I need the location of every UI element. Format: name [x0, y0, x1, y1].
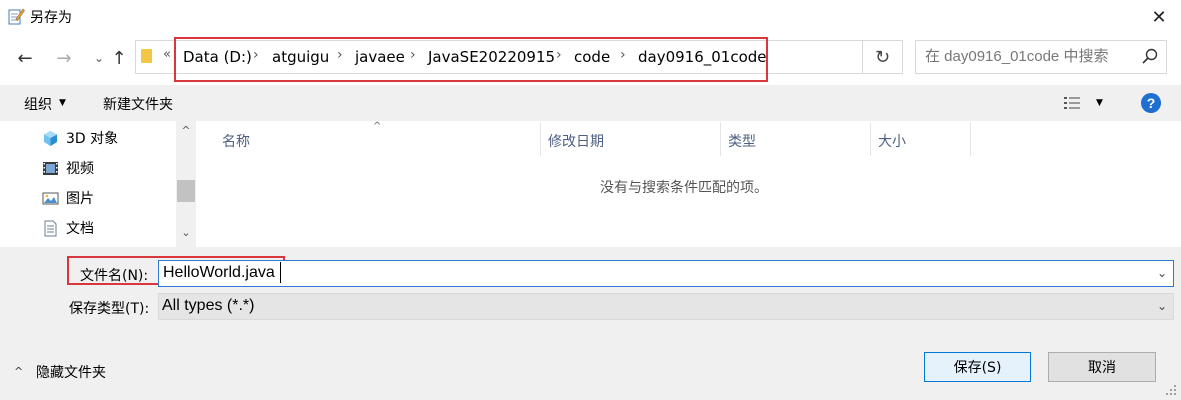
3d-objects-icon [44, 130, 57, 146]
hide-folders-button[interactable]: 隐藏文件夹 [36, 362, 106, 382]
sidebar-item-label: 3D 对象 [66, 131, 119, 147]
search-icon[interactable] [1141, 47, 1159, 65]
text-caret [280, 262, 281, 283]
scroll-down-button[interactable]: ⌄ [176, 226, 196, 244]
new-folder-button[interactable]: 新建文件夹 [103, 94, 173, 114]
filetype-value: All types (*.*) [162, 297, 255, 314]
scrollbar-thumb[interactable] [177, 180, 195, 202]
sidebar-item-label: 视频 [66, 161, 94, 177]
up-button[interactable]: ↑ [106, 45, 132, 71]
search-input[interactable] [925, 48, 1135, 65]
view-options-icon[interactable] [1063, 95, 1081, 111]
column-header-name[interactable]: 名称 [222, 131, 250, 151]
scroll-up-button[interactable]: ^ [176, 124, 196, 142]
chevron-down-icon[interactable]: ▼ [59, 98, 66, 108]
column-divider[interactable] [970, 122, 971, 156]
back-button[interactable]: ← [12, 45, 38, 71]
resize-grip-icon[interactable] [1163, 382, 1177, 396]
chevron-down-icon[interactable]: ⌄ [1157, 299, 1167, 313]
close-button[interactable]: ✕ [1140, 3, 1178, 31]
title-bar [0, 0, 1181, 33]
column-header-size[interactable]: 大小 [878, 131, 906, 151]
documents-icon [44, 220, 57, 236]
breadcrumb-overflow-button[interactable]: « [163, 47, 171, 62]
help-icon[interactable]: ? [1141, 93, 1161, 113]
video-icon [43, 161, 58, 175]
chevron-down-icon[interactable]: ▼ [1096, 98, 1103, 108]
sidebar-item-label: 图片 [66, 191, 94, 207]
pictures-icon [42, 192, 59, 204]
sidebar-item-videos[interactable]: 视频 [42, 157, 94, 179]
address-highlight-box [174, 37, 768, 82]
chevron-down-icon[interactable]: ⌄ [1157, 266, 1167, 280]
column-divider[interactable] [540, 122, 541, 156]
filetype-select[interactable] [158, 293, 1174, 320]
folder-icon [141, 49, 152, 63]
empty-message: 没有与搜索条件匹配的项。 [600, 180, 768, 196]
toolbar [0, 85, 1181, 121]
column-divider[interactable] [720, 122, 721, 156]
forward-button[interactable]: → [51, 45, 77, 71]
filetype-label: 保存类型(T): [69, 301, 150, 317]
sidebar-item-3d-objects[interactable]: 3D 对象 [42, 127, 118, 149]
sidebar-item-documents[interactable]: 文档 [42, 217, 94, 239]
column-header-modified[interactable]: 修改日期 [548, 131, 604, 151]
column-header-type[interactable]: 类型 [728, 131, 756, 151]
organize-button[interactable]: 组织 [24, 94, 52, 114]
save-button[interactable]: 保存(S) [924, 352, 1031, 382]
column-divider[interactable] [870, 122, 871, 156]
sort-ascending-icon: ^ [373, 121, 382, 132]
chevron-up-icon[interactable]: ^ [14, 365, 23, 378]
window-title: 另存为 [30, 10, 72, 26]
sidebar-item-pictures[interactable]: 图片 [42, 187, 94, 209]
refresh-button[interactable]: ↻ [862, 41, 902, 73]
cancel-button[interactable]: 取消 [1048, 352, 1156, 382]
filename-input[interactable] [163, 264, 1063, 282]
notepad-icon [8, 8, 25, 25]
sidebar-item-label: 文档 [66, 221, 94, 237]
